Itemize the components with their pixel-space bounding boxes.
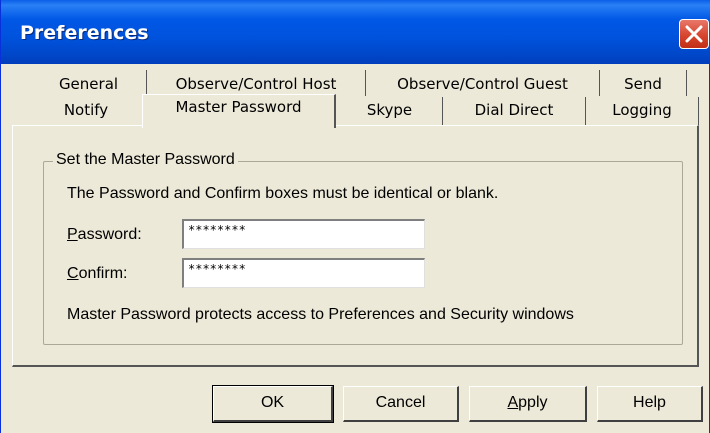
preferences-dialog: Preferences General Observe/Control Host… [0, 0, 710, 433]
tab-send[interactable]: Send [600, 72, 686, 98]
cancel-button[interactable]: Cancel [343, 386, 459, 422]
tab-observe-control-guest[interactable]: Observe/Control Guest [366, 72, 599, 98]
tab-separator [686, 70, 687, 96]
tab-logging[interactable]: Logging [586, 97, 698, 125]
group-legend: Set the Master Password [53, 151, 238, 169]
close-icon [685, 25, 703, 43]
master-password-note: Master Password protects access to Prefe… [67, 306, 574, 323]
password-label: Password: [67, 226, 142, 243]
tab-skype[interactable]: Skype [337, 97, 442, 125]
close-button[interactable] [679, 19, 709, 49]
tab-separator [698, 97, 699, 125]
window-title: Preferences [20, 22, 149, 44]
instruction-text: The Password and Confirm boxes must be i… [67, 185, 499, 202]
title-bar[interactable]: Preferences [1, 0, 710, 64]
help-button[interactable]: Help [597, 386, 703, 422]
confirm-label: Confirm: [67, 265, 128, 282]
tab-notify[interactable]: Notify [31, 97, 141, 125]
apply-button[interactable]: Apply [469, 386, 587, 422]
ok-button[interactable]: OK [212, 385, 334, 423]
password-field[interactable]: ******** [182, 219, 425, 249]
tab-general[interactable]: General [31, 72, 146, 98]
tab-master-password[interactable]: Master Password [142, 94, 336, 128]
confirm-field[interactable]: ******** [182, 258, 425, 288]
tab-dial-direct[interactable]: Dial Direct [443, 97, 585, 125]
